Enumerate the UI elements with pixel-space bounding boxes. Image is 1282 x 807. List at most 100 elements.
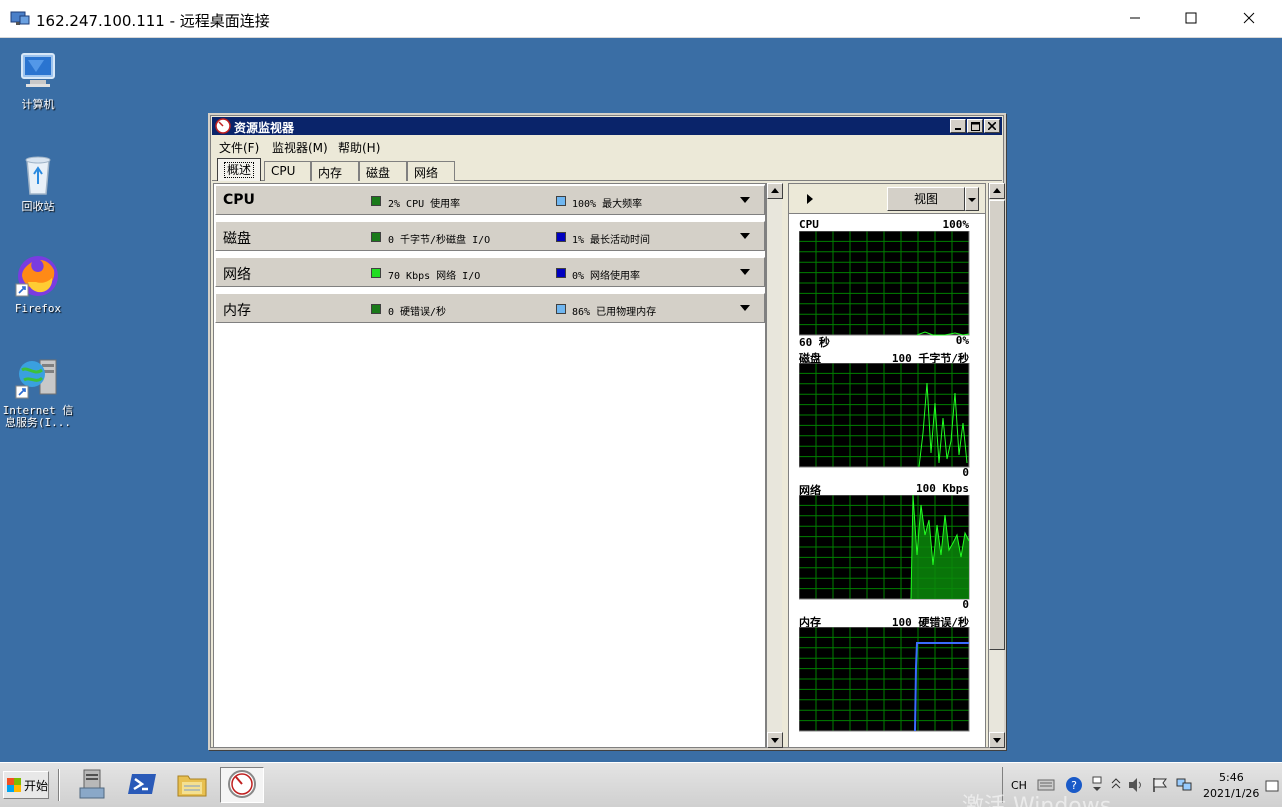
collapse-pane-icon[interactable] bbox=[807, 194, 813, 204]
minimize-icon bbox=[955, 128, 961, 130]
desktop-icon-iis[interactable]: Internet 信息服务(I... bbox=[0, 354, 76, 429]
graphs-pane: 视图 CPU 100% 60 秒 0% 磁盘 100 千字节/秒 0 网络 10… bbox=[788, 183, 986, 748]
graph-max: 100% bbox=[942, 218, 970, 231]
tab-cpu[interactable]: CPU bbox=[264, 161, 311, 181]
chevron-down-icon[interactable] bbox=[740, 305, 750, 311]
tab-overview[interactable]: 概述 bbox=[217, 158, 262, 181]
close-button[interactable] bbox=[1226, 0, 1272, 38]
section-stat-2: 86% 已用物理内存 bbox=[572, 307, 657, 318]
graph-disk: 磁盘 100 千字节/秒 0 bbox=[799, 350, 981, 479]
scroll-down-button[interactable] bbox=[989, 732, 1005, 748]
section-stat-1: 2% CPU 使用率 bbox=[388, 199, 461, 210]
section-title: 磁盘 bbox=[223, 231, 251, 247]
view-dropdown-button[interactable] bbox=[965, 187, 979, 211]
rm-close-button[interactable] bbox=[984, 119, 1000, 133]
legend-swatch bbox=[371, 196, 381, 206]
section-disk[interactable]: 磁盘 0 千字节/秒磁盘 I/O 1% 最长活动时间 bbox=[215, 221, 765, 251]
graphs-scrollbar[interactable] bbox=[988, 183, 1005, 748]
overview-scrollbar[interactable] bbox=[766, 183, 783, 748]
section-stat-1: 0 千字节/秒磁盘 I/O bbox=[388, 235, 491, 246]
legend-swatch bbox=[556, 304, 566, 314]
legend-swatch bbox=[556, 268, 566, 278]
rm-maximize-button[interactable] bbox=[967, 119, 983, 133]
section-memory[interactable]: 内存 0 硬错误/秒 86% 已用物理内存 bbox=[215, 293, 765, 323]
menu-monitor[interactable]: 监视器(M) bbox=[272, 139, 328, 156]
start-button[interactable]: 开始 bbox=[3, 771, 49, 799]
chevron-down-icon[interactable] bbox=[740, 233, 750, 239]
section-network[interactable]: 网络 70 Kbps 网络 I/O 0% 网络使用率 bbox=[215, 257, 765, 287]
resource-monitor-window: 资源监视器 文件(F) 监视器(M) 帮助(H) 概述 CPU 内存 磁盘 网络 bbox=[208, 113, 1006, 750]
taskbar-file-explorer[interactable] bbox=[170, 767, 214, 803]
tab-disk[interactable]: 磁盘 bbox=[359, 161, 407, 181]
remote-desktop-icon bbox=[10, 10, 30, 28]
memory-graph-canvas bbox=[799, 627, 970, 732]
graph-label: CPU bbox=[799, 218, 819, 231]
scroll-down-button[interactable] bbox=[767, 732, 783, 748]
maximize-icon bbox=[1185, 12, 1197, 27]
clock-date[interactable]: 2021/1/26 bbox=[1203, 787, 1259, 800]
taskbar-resource-monitor[interactable] bbox=[220, 767, 264, 803]
menu-file[interactable]: 文件(F) bbox=[219, 139, 259, 156]
chevron-down-icon[interactable] bbox=[740, 269, 750, 275]
powershell-icon bbox=[126, 768, 158, 803]
desktop-icon-label: 计算机 bbox=[21, 98, 55, 111]
taskbar-powershell[interactable] bbox=[120, 767, 164, 803]
iis-manager-icon bbox=[14, 354, 62, 402]
tab-memory[interactable]: 内存 bbox=[311, 161, 359, 181]
section-stat-2: 0% 网络使用率 bbox=[572, 271, 641, 282]
desktop-icon-label: Firefox bbox=[14, 302, 62, 315]
graph-cpu: CPU 100% 60 秒 0% bbox=[799, 218, 981, 349]
tab-network[interactable]: 网络 bbox=[407, 161, 455, 181]
section-stat-2: 1% 最长活动时间 bbox=[572, 235, 651, 246]
chevron-down-icon[interactable] bbox=[740, 197, 750, 203]
resource-monitor-titlebar[interactable]: 资源监视器 bbox=[212, 117, 1002, 135]
resource-monitor-icon bbox=[226, 768, 258, 803]
graph-memory: 内存 100 硬错误/秒 bbox=[799, 614, 981, 742]
rm-minimize-button[interactable] bbox=[950, 119, 966, 133]
recycle-bin-icon bbox=[14, 150, 62, 198]
section-title: 内存 bbox=[223, 303, 251, 319]
menu-help[interactable]: 帮助(H) bbox=[338, 139, 380, 156]
desktop-icon-computer[interactable]: 计算机 bbox=[0, 48, 76, 111]
view-button[interactable]: 视图 bbox=[887, 187, 965, 211]
disk-graph-canvas bbox=[799, 363, 970, 468]
show-desktop-icon[interactable] bbox=[1265, 779, 1279, 796]
desktop-icon-recycle-bin[interactable]: 回收站 bbox=[0, 150, 76, 213]
legend-swatch bbox=[371, 304, 381, 314]
graphs-header: 视图 bbox=[789, 184, 985, 214]
menu-bar: 文件(F) 监视器(M) 帮助(H) bbox=[212, 136, 1002, 155]
maximize-button[interactable] bbox=[1168, 0, 1214, 38]
arrow-up-icon bbox=[993, 188, 1001, 193]
clock-time[interactable]: 5:46 bbox=[1219, 771, 1244, 784]
windows-flag-icon bbox=[7, 778, 21, 792]
action-center-flag-icon[interactable] bbox=[1151, 777, 1169, 796]
volume-icon[interactable] bbox=[1127, 777, 1145, 796]
scroll-thumb[interactable] bbox=[989, 200, 1005, 650]
resource-monitor-title: 资源监视器 bbox=[234, 121, 295, 135]
section-cpu[interactable]: CPU 2% CPU 使用率 100% 最大频率 bbox=[215, 185, 765, 215]
arrow-down-icon bbox=[771, 738, 779, 743]
file-explorer-icon bbox=[176, 768, 208, 803]
scroll-up-button[interactable] bbox=[767, 183, 783, 199]
graph-max: 100 Kbps bbox=[916, 482, 969, 495]
section-title: CPU bbox=[223, 192, 255, 208]
start-label: 开始 bbox=[24, 778, 49, 793]
firefox-icon bbox=[14, 252, 62, 300]
taskbar-server-manager[interactable] bbox=[70, 767, 114, 803]
desktop-icon-label: Internet 信息服务(I... bbox=[2, 404, 74, 429]
desktop: 计算机 回收站 Firefox Internet 信息服务(I... 资源监视器… bbox=[0, 38, 1282, 762]
graph-min: 0 bbox=[962, 466, 969, 479]
graph-time: 60 秒 bbox=[799, 336, 830, 349]
scroll-up-button[interactable] bbox=[989, 183, 1005, 199]
section-stat-2: 100% 最大频率 bbox=[572, 199, 643, 210]
desktop-icon-firefox[interactable]: Firefox bbox=[0, 252, 76, 315]
tab-strip: 概述 CPU 内存 磁盘 网络 bbox=[212, 157, 1002, 181]
server-manager-icon bbox=[76, 768, 108, 803]
minimize-button[interactable] bbox=[1112, 0, 1158, 38]
section-stat-1: 70 Kbps 网络 I/O bbox=[388, 271, 481, 282]
chevron-up-icon[interactable] bbox=[1111, 777, 1121, 794]
network-status-icon[interactable] bbox=[1175, 777, 1193, 796]
chevron-down-icon bbox=[968, 198, 976, 202]
rdp-titlebar: 162.247.100.111 - 远程桌面连接 bbox=[0, 0, 1282, 38]
section-stat-1: 0 硬错误/秒 bbox=[388, 307, 447, 318]
